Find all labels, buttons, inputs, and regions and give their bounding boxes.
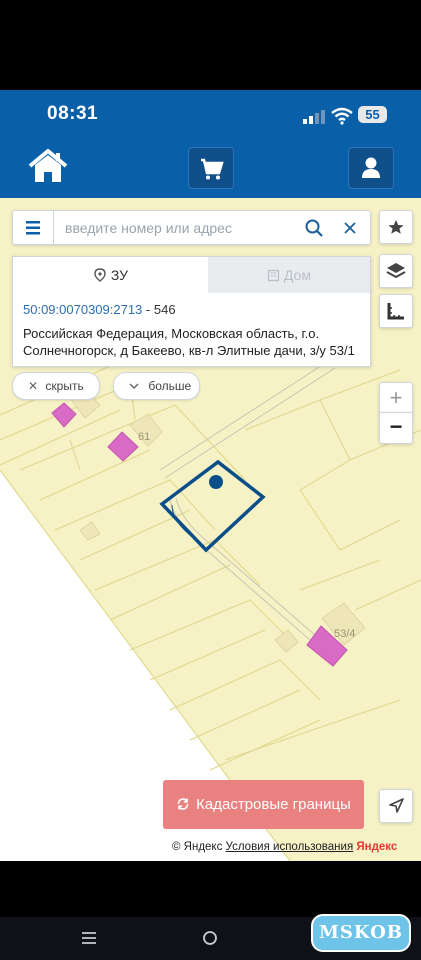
recent-apps-icon[interactable] [80,929,98,947]
search-icon [305,219,323,237]
tab-land-plot-label: ЗУ [110,267,129,283]
clear-button[interactable] [339,217,361,239]
search-button[interactable] [303,217,325,239]
bottom-band [0,861,421,917]
cadastral-number-link[interactable]: 50:09:0070309:2713 [23,302,142,317]
top-band [0,0,421,90]
measure-button[interactable] [379,294,413,328]
parcel-marker[interactable] [209,475,223,489]
hide-label: скрыть [45,379,84,393]
building [51,402,77,428]
location-pin-icon [94,268,106,282]
close-icon [344,222,356,234]
plot-label: 61 [138,431,150,443]
layers-icon [386,263,406,279]
close-icon: ✕ [28,379,39,393]
selected-parcel[interactable] [159,459,266,553]
parcel-address: Российская Федерация, Московская область… [23,326,355,358]
refresh-icon [177,798,189,810]
menu-button[interactable] [13,211,54,244]
building [107,431,139,462]
home-nav-icon[interactable] [201,929,219,947]
separator: - [142,302,154,317]
cadastral-boundaries-button[interactable]: Кадастровые границы [163,780,364,829]
tab-land-plot[interactable]: ЗУ [13,257,208,293]
yandex-logo: Яндекс [356,841,398,853]
map-attribution: © Яндекс Условия использования Яндекс [172,841,397,853]
user-icon [362,157,380,178]
chevron-down-icon [129,383,139,389]
plot-label: 53/4 [334,628,355,640]
building-icon [267,269,280,282]
layers-button[interactable] [379,254,413,288]
search-input[interactable] [65,211,295,244]
zoom-in-button[interactable]: + [379,382,413,414]
ruler-icon [387,303,404,320]
parcel-info-card: ЗУ Дом 50:09:0070309:2713 - 546 Российск… [12,256,371,367]
copyright: © Яндекс [172,841,223,853]
zoom-out-button[interactable]: − [379,412,413,444]
cadastral-boundaries-label: Кадастровые границы [196,796,351,813]
more-label: больше [148,379,192,393]
search-bar [12,210,371,245]
navigation-arrow-icon [389,798,404,813]
watermark-logo: MSKOB [311,914,411,952]
hide-button[interactable]: ✕ скрыть [12,372,100,400]
road [159,359,336,641]
favorites-button[interactable] [379,210,413,244]
cart-button[interactable] [188,147,234,189]
tab-house[interactable]: Дом [208,257,370,293]
tab-house-label: Дом [283,267,311,283]
cadastral-line: 50:09:0070309:2713 - 546 [23,302,176,317]
parcel-area: 546 [153,302,176,317]
status-time: 08:31 [47,103,99,124]
star-icon [388,220,404,234]
battery-indicator: 55 [358,106,387,123]
menu-icon [26,221,40,235]
terms-link[interactable]: Условия использования [226,841,354,853]
wifi-icon [331,107,353,125]
locate-button[interactable] [379,789,413,823]
home-button[interactable] [26,147,70,187]
home-icon [28,149,68,182]
user-button[interactable] [348,147,394,189]
signal-icon [303,110,325,124]
cart-icon [201,158,224,180]
more-button[interactable]: больше [113,372,200,400]
